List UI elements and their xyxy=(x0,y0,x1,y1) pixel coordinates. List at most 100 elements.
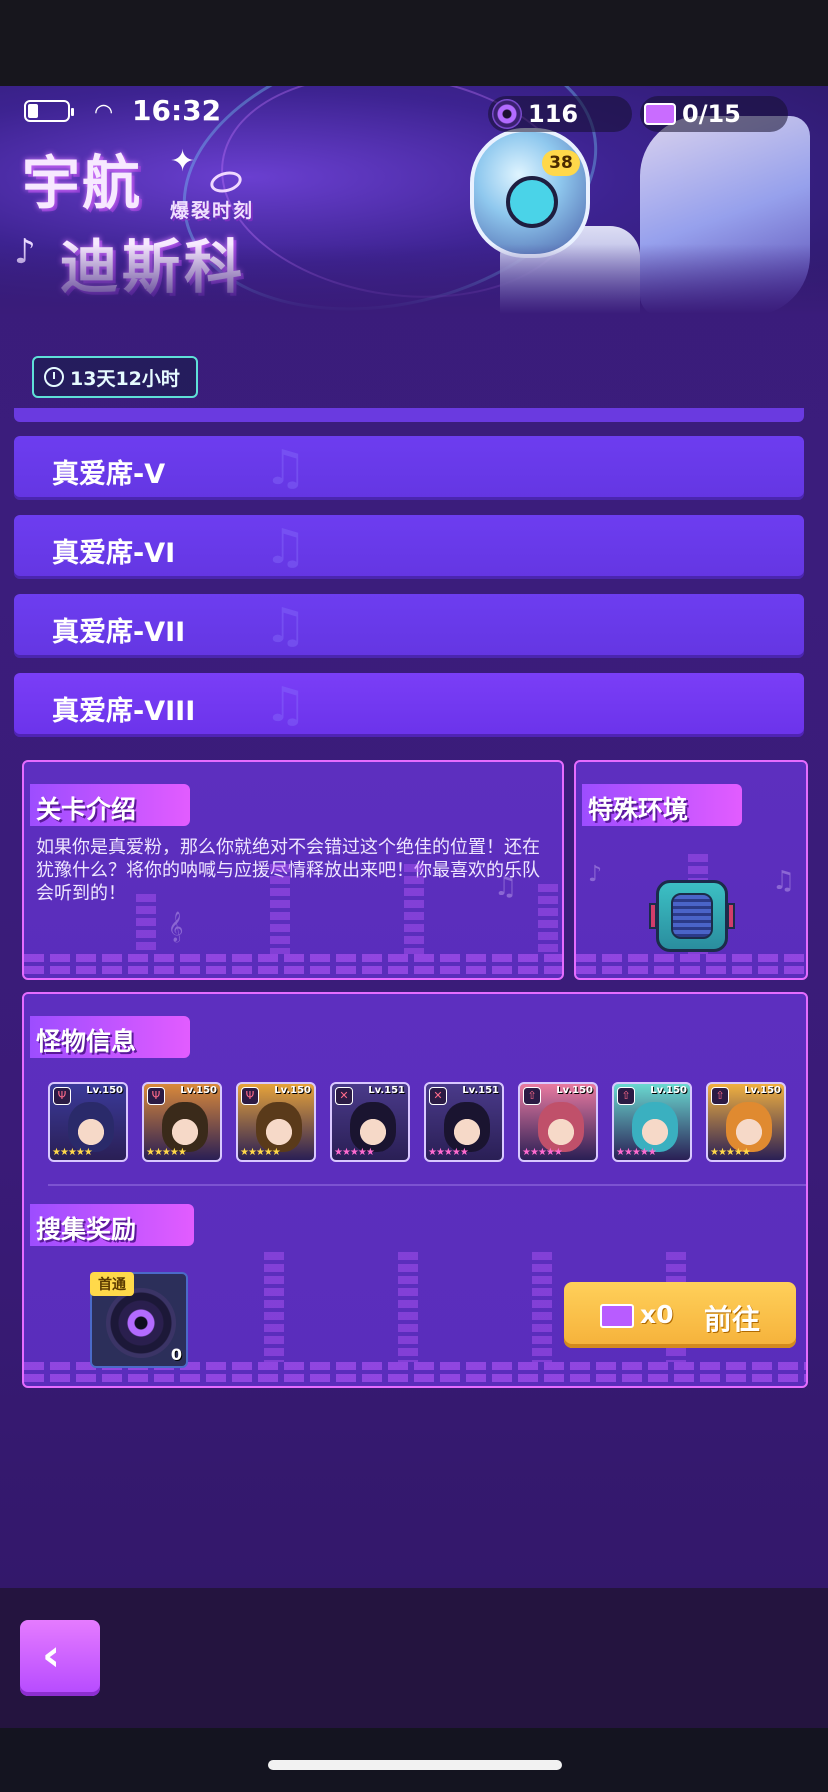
reward-count: 0 xyxy=(170,1345,182,1364)
ticket-currency[interactable]: 0/15 xyxy=(640,96,788,132)
monster-avatar xyxy=(162,1102,208,1152)
reward-item-record[interactable]: 首通 0 xyxy=(90,1272,188,1368)
status-bar: ◠ 16:32 116 0/15 xyxy=(0,86,828,138)
environment-title-tag: 特殊环境 xyxy=(582,784,742,826)
monster-level: Lv.150 xyxy=(650,1085,687,1096)
section-divider xyxy=(48,1184,806,1186)
monster-portrait[interactable]: Ψ Lv.150 ★★★★★ xyxy=(236,1082,316,1162)
eq-bar xyxy=(270,864,290,954)
seat-list-top-edge xyxy=(14,408,804,422)
monster-avatar xyxy=(444,1102,490,1152)
monster-level: Lv.150 xyxy=(274,1085,311,1096)
seat-item-v[interactable]: 真爱席-V ♫ xyxy=(14,436,804,500)
monster-title-tag: 怪物信息 xyxy=(30,1016,190,1058)
monster-list: Ψ Lv.150 ★★★★★ Ψ Lv.150 ★★★★★ Ψ Lv.150 ★★★★★ ✕ Lv.… xyxy=(48,1082,806,1162)
monster-portrait[interactable]: ✕ Lv.151 ★★★★★ xyxy=(424,1082,504,1162)
disc-currency[interactable]: 116 xyxy=(488,96,632,132)
intro-title: 关卡介绍 xyxy=(36,795,137,824)
go-button[interactable]: x0 前往 xyxy=(564,1282,796,1348)
music-note-icon: ♫ xyxy=(494,872,518,902)
monster-avatar xyxy=(256,1102,302,1152)
speaker-grill xyxy=(671,893,713,939)
seat-item-viii[interactable]: 真爱席-VIII ♫ xyxy=(14,673,804,737)
back-button[interactable]: ‹ xyxy=(20,1620,100,1696)
logo-title-line1: 宇航 xyxy=(22,149,143,217)
seat-item-vii[interactable]: 真爱席-VII ♫ xyxy=(14,594,804,658)
monster-avatar xyxy=(68,1102,114,1152)
speaker-icon[interactable] xyxy=(649,880,735,952)
event-stage-page: ✦ 宇航 爆裂时刻 ♪ 迪斯科 38 ◠ 16:32 116 xyxy=(0,86,828,1588)
intro-text: 如果你是真爱粉，那么你就绝对不会错过这个绝佳的位置！还在犹豫什么？将你的呐喊与应… xyxy=(36,837,540,904)
seat-label: 真爱席-VIII xyxy=(52,696,196,727)
eq-bar xyxy=(264,1252,284,1362)
monster-reward-panel: 怪物信息 Ψ Lv.150 ★★★★★ Ψ Lv.150 ★★★★★ Ψ Lv.150 ★★★★… xyxy=(22,992,808,1388)
home-indicator-area xyxy=(0,1728,828,1792)
music-note-deco: ♫ xyxy=(264,598,308,654)
eq-bar xyxy=(404,864,424,954)
monster-level: Lv.150 xyxy=(556,1085,593,1096)
monster-info-title: 怪物信息 xyxy=(36,1027,137,1056)
star-rating-icon: ★★★★★ xyxy=(334,1147,375,1158)
wifi-icon: ◠ xyxy=(94,100,114,125)
star-rating-icon: ★★★★★ xyxy=(240,1147,281,1158)
eq-bar xyxy=(398,1252,418,1362)
environment-title: 特殊环境 xyxy=(588,795,689,824)
back-chevron-icon: ‹ xyxy=(42,1630,61,1681)
monster-level: Lv.151 xyxy=(368,1085,405,1096)
mascot-level-badge: 38 xyxy=(542,150,580,176)
top-bezel xyxy=(0,0,828,86)
star-rating-icon: ★★★★★ xyxy=(710,1147,751,1158)
tank-icon: Ψ xyxy=(241,1087,259,1105)
music-note-deco: ♫ xyxy=(264,440,308,496)
monster-portrait[interactable]: Ψ Lv.150 ★★★★★ xyxy=(48,1082,128,1162)
seat-label: 真爱席-VII xyxy=(52,617,186,648)
monster-level: Lv.150 xyxy=(86,1085,123,1096)
ticket-count: 0/15 xyxy=(682,100,741,128)
support-icon: ⇧ xyxy=(523,1087,541,1105)
reward-title: 搜集奖励 xyxy=(36,1215,137,1244)
intro-title-tag: 关卡介绍 xyxy=(30,784,190,826)
logo-subtitle: 爆裂时刻 xyxy=(170,200,255,222)
clock-icon xyxy=(44,367,64,387)
eq-floor xyxy=(576,954,806,978)
status-time: 16:32 xyxy=(132,94,222,127)
music-note-icon: 𝄞 xyxy=(168,912,184,942)
sparkle-icon: ✦ xyxy=(170,144,196,179)
battery-icon xyxy=(24,100,74,122)
star-rating-icon: ★★★★★ xyxy=(522,1147,563,1158)
monster-portrait[interactable]: ⇧ Lv.150 ★★★★★ xyxy=(518,1082,598,1162)
monster-portrait[interactable]: Ψ Lv.150 ★★★★★ xyxy=(142,1082,222,1162)
monster-avatar xyxy=(538,1102,584,1152)
music-note-deco: ♫ xyxy=(264,519,308,575)
eq-bar xyxy=(136,894,156,954)
seat-label: 真爱席-V xyxy=(52,459,166,490)
monster-portrait[interactable]: ⇧ Lv.150 ★★★★★ xyxy=(612,1082,692,1162)
star-rating-icon: ★★★★★ xyxy=(616,1147,657,1158)
star-rating-icon: ★★★★★ xyxy=(428,1147,469,1158)
disc-count: 116 xyxy=(528,100,579,128)
speaker-right-handle xyxy=(727,903,735,929)
ticket-quantity: x0 xyxy=(640,1300,674,1329)
seat-item-vi[interactable]: 真爱席-VI ♫ xyxy=(14,515,804,579)
record-disc-icon xyxy=(106,1288,176,1358)
eq-bar xyxy=(538,884,558,954)
tank-icon: Ψ xyxy=(53,1087,71,1105)
tank-icon: Ψ xyxy=(147,1087,165,1105)
disc-icon xyxy=(492,99,522,129)
monster-level: Lv.150 xyxy=(744,1085,781,1096)
star-rating-icon: ★★★★★ xyxy=(52,1147,93,1158)
monster-portrait[interactable]: ✕ Lv.151 ★★★★★ xyxy=(330,1082,410,1162)
event-banner: ✦ 宇航 爆裂时刻 ♪ 迪斯科 38 ◠ 16:32 116 xyxy=(0,86,828,314)
special-environment-panel: 特殊环境 ♪ ♫ xyxy=(574,760,808,980)
monster-avatar xyxy=(632,1102,678,1152)
mascot-face xyxy=(506,176,558,228)
banner-fade xyxy=(0,244,828,314)
ticket-icon xyxy=(644,103,676,125)
monster-portrait[interactable]: ⇧ Lv.150 ★★★★★ xyxy=(706,1082,786,1162)
music-note-icon: ♫ xyxy=(772,866,796,896)
first-clear-badge: 首通 xyxy=(90,1272,134,1296)
monster-avatar xyxy=(350,1102,396,1152)
reward-title-tag: 搜集奖励 xyxy=(30,1204,194,1246)
go-label: 前往 xyxy=(704,1303,761,1336)
home-indicator[interactable] xyxy=(268,1760,562,1770)
